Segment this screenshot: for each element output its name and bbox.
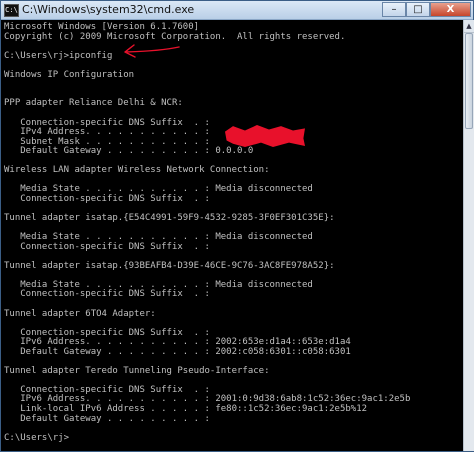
console-line: Tunnel adapter isatap.{E54C4991-59F9-453… (4, 213, 335, 223)
console-line: Connection-specific DNS Suffix . : (4, 193, 210, 204)
minimize-button[interactable]: – (382, 2, 406, 17)
cmd-app-icon[interactable]: C:\ (4, 4, 19, 17)
console-line: Connection-specific DNS Suffix . : (4, 241, 210, 252)
vertical-scrollbar[interactable]: ▲ (463, 20, 474, 451)
console-line: C:\Users\rj> (4, 432, 70, 443)
console-line: Default Gateway . . . . . . . . . : 0.0.… (4, 146, 254, 157)
console-line: Wireless LAN adapter Wireless Network Co… (4, 165, 270, 176)
console-line: Connection-specific DNS Suffix . : (4, 289, 210, 300)
scroll-up-arrow-icon[interactable]: ▲ (464, 20, 474, 33)
console-output[interactable]: Microsoft Windows [Version 6.1.7600] Copy… (1, 20, 463, 451)
scrollbar-thumb[interactable] (465, 33, 473, 129)
title-bar[interactable]: C:\ C:\Windows\system32\cmd.exe – □ X (1, 1, 473, 20)
redaction-scribble (225, 125, 305, 148)
close-button[interactable]: X (430, 2, 471, 17)
cmd-window: C:\ C:\Windows\system32\cmd.exe – □ X Mi… (0, 0, 474, 452)
console-line: PPP adapter Reliance Delhi & NCR: (4, 98, 183, 109)
console-line: Default Gateway . . . . . . . . . : (4, 413, 210, 424)
console-line: Tunnel adapter isatap.{93BEAFB4-D39E-46C… (4, 260, 335, 271)
console-line: Tunnel adapter Teredo Tunneling Pseudo-I… (4, 365, 270, 376)
window-title: C:\Windows\system32\cmd.exe (22, 3, 195, 16)
window-controls: – □ X (382, 2, 471, 17)
annotation-arrow-icon (124, 44, 180, 58)
console-line: Default Gateway . . . . . . . . . : 2002… (4, 346, 351, 357)
maximize-button[interactable]: □ (406, 2, 430, 17)
console-line: Tunnel adapter 6TO4 Adapter: (4, 308, 156, 319)
